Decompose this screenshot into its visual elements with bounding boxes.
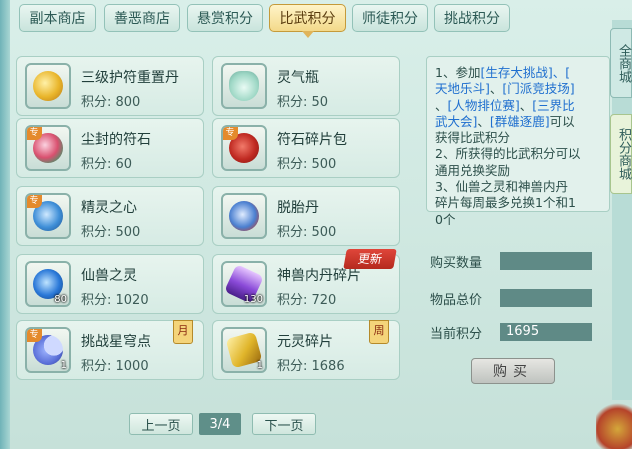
current-points-label: 当前积分 [430,327,483,342]
exclusive-tag: 专 [27,195,42,208]
exclusive-tag: 专 [27,329,42,342]
rules-description: 1、参加[生存大挑战]、[ 天地乐斗]、[门派竞技场] 、[人物排位赛]、[三界… [426,56,610,227]
info-text: 3、仙兽之灵和神兽内丹 [435,179,568,195]
quantity-input[interactable] [500,252,592,270]
item-icon-frame: 130 [221,261,267,307]
tab-karma-shop[interactable]: 善恶商店 [104,4,180,32]
exclusive-tag: 专 [223,127,238,140]
total-price-label: 物品总价 [430,293,483,308]
shop-item[interactable]: 三级护符重置丹 积分: 800 [16,56,204,116]
shop-window: 全商城 积分商城 副本商店 善恶商店 悬赏积分 比武积分 师徒积分 挑战积分 三… [0,0,632,449]
new-badge: 更新 [343,249,397,269]
info-text: 、 [489,81,503,97]
exclusive-tag: 专 [27,127,42,140]
info-link: [群雄逐鹿] [489,113,550,129]
item-price: 积分: 1000 [81,359,149,374]
item-price: 积分: 50 [277,95,329,110]
info-text: 、 [435,97,448,113]
weekly-limit-tag: 周 [369,320,389,344]
item-price: 积分: 800 [81,95,141,110]
info-link: [生存大挑战] [480,65,553,80]
item-name: 灵气瓶 [277,70,319,86]
info-text: 、 [519,97,533,113]
tab-bounty-points[interactable]: 悬赏积分 [187,4,263,32]
corner-ornament-icon [596,399,632,449]
item-icon-frame: 专 [221,125,267,171]
current-points-value: 1695 [500,323,592,341]
gold-medal-icon [33,71,63,101]
prev-page-button[interactable]: 上一页 [129,413,193,435]
item-name: 符石碎片包 [277,132,347,148]
item-icon-frame: 1 [221,327,267,373]
info-text: 、 [477,113,490,129]
item-icon-frame: 专 [25,125,71,171]
buy-button[interactable]: 购买 [471,358,555,384]
shop-item[interactable]: 脱胎丹 积分: 500 [212,186,400,246]
shop-item[interactable]: 80 仙兽之灵 积分: 1020 [16,254,204,314]
item-price: 积分: 720 [277,293,337,308]
item-icon-frame: 80 [25,261,71,307]
total-price-value [500,289,592,307]
item-price: 积分: 500 [277,225,337,240]
info-text: 1、参加 [435,65,481,80]
shop-item[interactable]: 专 1 挑战星穹点 积分: 1000 月 [16,320,204,380]
shop-item[interactable]: 专 符石碎片包 积分: 500 [212,118,400,178]
info-text: 2、所获得的比武积分可以 [435,146,581,162]
side-tab-points-mall[interactable]: 积分商城 [610,114,632,194]
item-price: 积分: 500 [81,225,141,240]
item-icon-frame: 专 [25,193,71,239]
shop-item[interactable]: 灵气瓶 积分: 50 [212,56,400,116]
info-text: 碎片每周最多兑换1个和1 [435,195,576,211]
shop-item[interactable]: 专 精灵之心 积分: 500 [16,186,204,246]
tab-arena-points[interactable]: 比武积分 [269,4,346,38]
item-price: 积分: 1686 [277,359,345,374]
item-icon-frame [221,63,267,109]
info-text: 可以 [549,113,575,129]
item-quantity: 80 [54,294,67,305]
item-quantity: 1 [60,360,67,371]
next-page-button[interactable]: 下一页 [252,413,316,435]
pill-icon [229,201,259,231]
shop-item[interactable]: 1 元灵碎片 积分: 1686 周 [212,320,400,380]
item-quantity: 130 [243,294,263,305]
info-text: 、[ [552,65,571,80]
item-price: 积分: 60 [81,157,133,172]
shop-item[interactable]: 专 尘封的符石 积分: 60 [16,118,204,178]
item-name: 仙兽之灵 [81,268,137,284]
item-price: 积分: 500 [277,157,337,172]
quantity-label: 购买数量 [430,256,483,271]
item-name: 尘封的符石 [81,132,151,148]
info-link: 武大会] [435,113,478,129]
info-text: 通用兑换奖励 [435,162,511,178]
info-link: 天地乐斗] [435,81,490,97]
item-name: 挑战星穹点 [81,334,151,350]
monthly-limit-tag: 月 [173,320,193,344]
item-name: 精灵之心 [81,200,137,216]
item-name: 三级护符重置丹 [81,70,179,86]
tab-dungeon-shop[interactable]: 副本商店 [19,4,96,32]
side-tab-all-mall[interactable]: 全商城 [610,28,632,98]
item-name: 元灵碎片 [277,334,333,350]
tab-mentor-points[interactable]: 师徒积分 [352,4,428,32]
item-quantity: 1 [256,360,263,371]
page-indicator: 3/4 [199,413,241,435]
item-icon-frame [221,193,267,239]
potion-bottle-icon [229,71,259,101]
item-icon-frame: 专 1 [25,327,71,373]
left-border [0,0,10,449]
info-link: [人物排位赛] [447,97,520,113]
item-icon-frame [25,63,71,109]
tab-challenge-points[interactable]: 挑战积分 [434,4,510,32]
item-grid: 三级护符重置丹 积分: 800 灵气瓶 积分: 50 专 尘封的符石 积分: 6… [12,52,412,394]
info-link: [三界比 [532,97,575,113]
info-text: 0个 [435,211,456,227]
info-link: [门派竞技场] [502,81,575,97]
item-price: 积分: 1020 [81,293,149,308]
info-text: 获得比武积分 [435,130,511,146]
item-name: 脱胎丹 [277,200,319,216]
